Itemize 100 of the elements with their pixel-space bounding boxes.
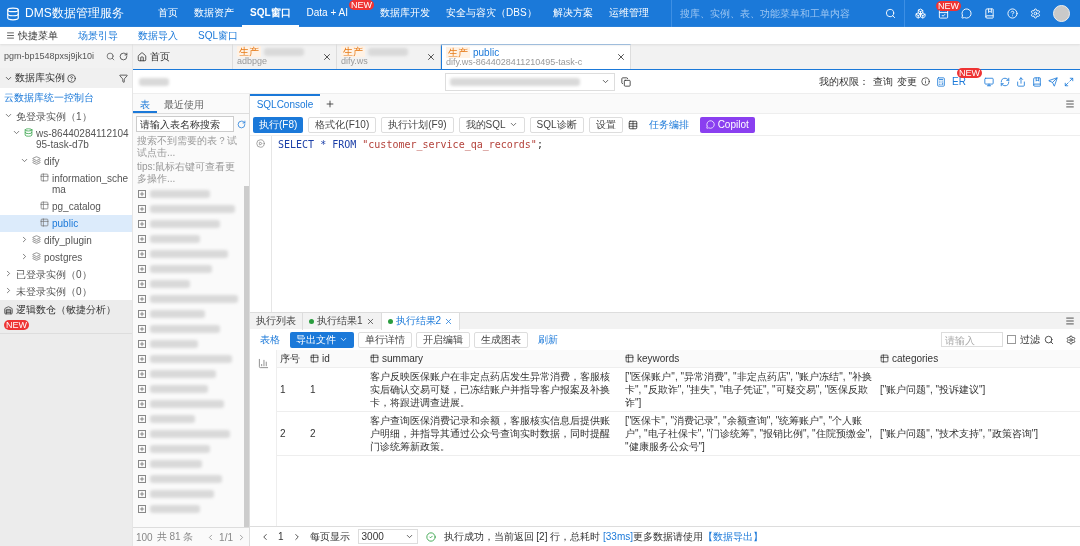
close-icon[interactable]	[426, 51, 436, 62]
expand-icon[interactable]	[138, 235, 146, 243]
expand-icon[interactable]	[138, 295, 146, 303]
filter-checkbox[interactable]	[1007, 335, 1016, 344]
table-search-field[interactable]: 请输入表名称搜索	[136, 116, 234, 132]
nav-item[interactable]: 运维管理	[600, 0, 657, 27]
tree-item[interactable]: 未登录实例（0）	[0, 283, 132, 300]
chevron-down-icon[interactable]	[20, 156, 29, 165]
toolbar-button[interactable]: 执行计划(F9)	[381, 116, 454, 133]
toolbar-button[interactable]: 设置	[588, 116, 623, 133]
action-button[interactable]: 刷新	[532, 331, 564, 348]
close-icon[interactable]	[322, 51, 332, 62]
chat-icon[interactable]	[961, 8, 972, 19]
panel-tab[interactable]: 表	[133, 94, 157, 113]
action-button[interactable]: 开启编辑	[416, 331, 470, 348]
help-icon[interactable]	[1007, 8, 1018, 19]
tree-item[interactable]: dify	[0, 153, 132, 170]
tree-item[interactable]: 已登录实例（0）	[0, 266, 132, 283]
toolbar-button[interactable]: 任务编排	[642, 116, 695, 133]
expand-icon[interactable]	[138, 220, 146, 228]
expand-icon[interactable]	[138, 460, 146, 468]
result-tab[interactable]: 执行列表	[250, 312, 303, 330]
toolbar-button[interactable]: 我的SQL	[458, 116, 525, 133]
expand-icon[interactable]	[138, 505, 146, 513]
page-size-select[interactable]: 100	[136, 531, 153, 543]
chevron-right-icon[interactable]	[4, 269, 13, 278]
tree-item[interactable]: information_schema	[0, 170, 132, 198]
global-search[interactable]: 搜库、实例、表、功能菜单和工单内容	[670, 0, 904, 27]
export-icon[interactable]	[1016, 76, 1026, 87]
action-button[interactable]: 生成图表	[474, 331, 528, 348]
search-icon[interactable]	[1044, 334, 1054, 345]
book-icon[interactable]	[1032, 76, 1042, 87]
next-icon[interactable]	[237, 532, 246, 542]
copy-icon[interactable]	[621, 76, 631, 87]
nav-link[interactable]: 场景引导	[78, 28, 118, 43]
expand-icon[interactable]	[138, 385, 146, 393]
tree-item[interactable]: ws-8644028411210495-task-d7b	[0, 125, 132, 153]
editor-tab[interactable]: SQLConsole	[250, 93, 320, 114]
nav-item[interactable]: 安全与容灾（DBS）	[438, 0, 545, 27]
filter-field[interactable]: 请输入	[941, 332, 1003, 347]
chevron-right-icon[interactable]	[4, 286, 13, 295]
expand-icon[interactable]	[138, 205, 146, 213]
expand-icon[interactable]	[138, 280, 146, 288]
grid-icon[interactable]	[627, 119, 638, 130]
nav-link[interactable]: 数据导入	[138, 28, 178, 43]
expand-icon[interactable]	[138, 190, 146, 198]
expand-icon[interactable]	[138, 250, 146, 258]
result-tab[interactable]: 执行结果2	[381, 312, 461, 330]
panel-tab[interactable]: 最近使用	[157, 94, 211, 113]
expand-icon[interactable]	[138, 355, 146, 363]
refresh-icon[interactable]	[237, 119, 246, 129]
expand-icon[interactable]	[138, 325, 146, 333]
nav-item[interactable]: 首页	[150, 0, 186, 27]
expand-icon[interactable]	[138, 415, 146, 423]
toolbar-button[interactable]: Copilot	[699, 116, 755, 133]
filter-icon[interactable]	[119, 73, 128, 83]
result-tab[interactable]: 执行结果1	[303, 312, 382, 330]
settings-icon[interactable]	[1066, 334, 1076, 345]
add-tab-icon[interactable]	[325, 98, 335, 109]
run-line-icon[interactable]	[256, 139, 265, 148]
expand-icon[interactable]	[138, 445, 146, 453]
logical-warehouse-item[interactable]: 逻辑数仓（敏捷分析） NEW	[0, 300, 132, 334]
expand-icon[interactable]	[138, 265, 146, 273]
expand-icon[interactable]	[138, 430, 146, 438]
tree-item[interactable]: dify_plugin	[0, 232, 132, 249]
nav-item[interactable]: SQL窗口	[242, 0, 299, 27]
expand-icon[interactable]	[138, 400, 146, 408]
refresh-icon[interactable]	[1000, 76, 1010, 87]
nav-link[interactable]: SQL窗口	[198, 28, 238, 43]
prev-icon[interactable]	[260, 531, 270, 542]
chevron-down-icon[interactable]	[12, 128, 21, 137]
expand-icon[interactable]	[138, 475, 146, 483]
action-button[interactable]: 导出文件	[290, 331, 354, 348]
close-icon[interactable]	[616, 52, 626, 62]
quick-menu[interactable]: 快捷菜单	[6, 28, 58, 43]
refresh-icon[interactable]	[119, 51, 128, 61]
expand-icon[interactable]	[138, 340, 146, 348]
toolbar-button[interactable]: 格式化(F10)	[308, 116, 377, 133]
chevron-right-icon[interactable]	[20, 235, 29, 244]
instance-search-field[interactable]: pgm-bp1548pxsj9jk10i	[4, 51, 115, 61]
nav-item[interactable]: 数据库开发	[372, 0, 438, 27]
boxes-icon[interactable]	[915, 8, 926, 19]
expand-icon[interactable]	[138, 310, 146, 318]
chevron-down-icon[interactable]	[4, 111, 13, 120]
nav-item[interactable]: 解决方案	[544, 0, 601, 27]
action-button[interactable]: 单行详情	[358, 331, 412, 348]
tree-item[interactable]: postgres	[0, 249, 132, 266]
menu-icon[interactable]	[1065, 316, 1075, 326]
expand-icon[interactable]	[138, 490, 146, 498]
chart-icon[interactable]	[257, 358, 269, 369]
toolbar-button[interactable]: 执行(F8)	[253, 116, 304, 133]
send-icon[interactable]	[1048, 76, 1058, 87]
page-size-select[interactable]: 3000	[357, 529, 418, 544]
tree-item[interactable]: 免登录实例（1）	[0, 108, 132, 125]
console-link[interactable]: 云数据库统一控制台	[4, 92, 94, 103]
nav-item[interactable]: 数据资产	[186, 0, 242, 27]
tree-item[interactable]: pg_catalog	[0, 198, 132, 215]
fullscreen-icon[interactable]	[1064, 76, 1074, 87]
calculator-icon[interactable]	[936, 76, 947, 87]
export-link[interactable]: 【数据导出】	[703, 530, 764, 542]
